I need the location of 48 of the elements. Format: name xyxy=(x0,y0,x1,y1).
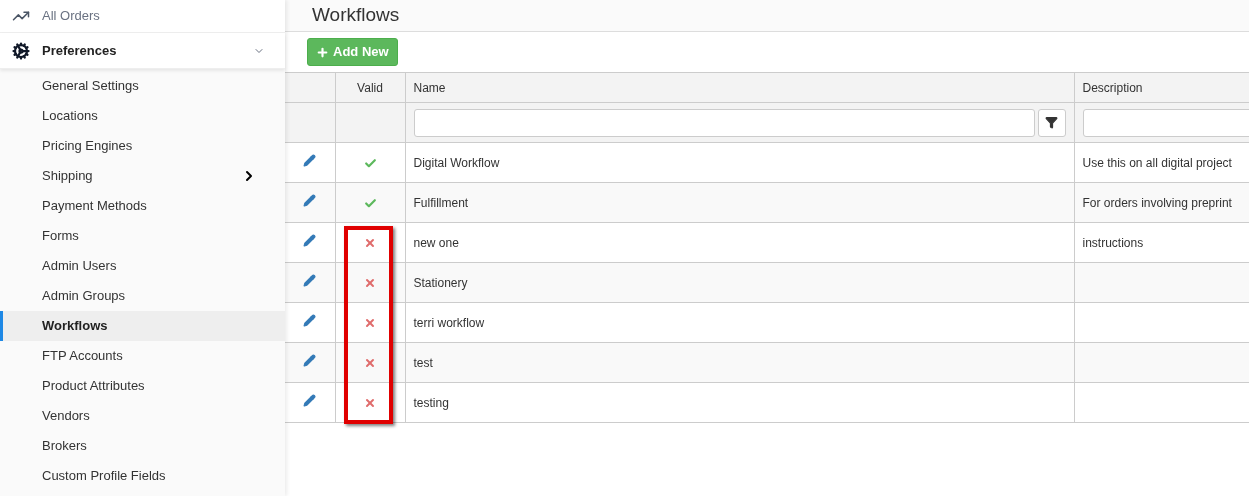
sidebar-item[interactable]: Admin Users xyxy=(0,251,285,281)
sidebar-item[interactable]: Payment Methods xyxy=(0,191,285,221)
pencil-icon xyxy=(303,153,317,167)
table-cell: Digital Workflow xyxy=(405,142,1074,183)
pencil-icon xyxy=(303,193,317,207)
page-title: Workflows xyxy=(312,3,400,28)
section-label: All Orders xyxy=(42,7,100,26)
edit-button[interactable] xyxy=(303,153,317,167)
column-header: Description xyxy=(1074,72,1249,103)
sidebar-item[interactable]: Locations xyxy=(0,101,285,131)
pencil-icon xyxy=(303,313,317,327)
sidebar-item[interactable]: Pricing Engines xyxy=(0,131,285,161)
description-filter-field[interactable] xyxy=(1082,108,1249,137)
sidebar-section[interactable]: All Orders xyxy=(0,0,285,33)
pencil-icon xyxy=(303,393,317,407)
table-cell: Stationery xyxy=(405,262,1074,303)
pencil-icon xyxy=(303,353,317,367)
sidebar-item[interactable]: Brokers xyxy=(0,431,285,461)
edit-button[interactable] xyxy=(303,193,317,207)
sidebar-item[interactable]: Custom Profile Fields xyxy=(0,461,285,491)
edit-button[interactable] xyxy=(303,353,317,367)
table-cell: new one xyxy=(405,222,1074,263)
sidebar-item[interactable]: General Settings xyxy=(0,71,285,101)
filter-icon xyxy=(1045,116,1058,129)
filter-button[interactable] xyxy=(1037,108,1066,137)
edit-button[interactable] xyxy=(303,313,317,327)
sidebar-item[interactable]: Admin Groups xyxy=(0,281,285,311)
table-cell: Fulfillment xyxy=(405,182,1074,223)
sidebar-item[interactable]: FTP Accounts xyxy=(0,341,285,371)
sidebar-item[interactable]: Vendors xyxy=(0,401,285,431)
edit-button[interactable] xyxy=(303,273,317,287)
pencil-icon xyxy=(303,273,317,287)
column-header: Name xyxy=(405,72,1074,103)
edit-button[interactable] xyxy=(303,233,317,247)
section-label: Preferences xyxy=(42,41,117,60)
table-cell: testing xyxy=(405,382,1074,423)
sidebar-item[interactable]: Product Attributes xyxy=(0,371,285,401)
column-header: Valid xyxy=(335,72,405,103)
plus-icon xyxy=(316,45,329,59)
name-filter-field[interactable] xyxy=(413,108,1035,137)
edit-button[interactable] xyxy=(303,393,317,407)
pencil-icon xyxy=(303,233,317,247)
table-cell: terri workflow xyxy=(405,302,1074,343)
sidebar-item[interactable]: Forms xyxy=(0,221,285,251)
sidebar-section[interactable]: Preferences xyxy=(0,33,285,69)
table-cell: test xyxy=(405,342,1074,383)
sidebar-item[interactable]: Shipping xyxy=(0,161,285,191)
sidebar-item[interactable]: Workflows xyxy=(0,311,285,341)
